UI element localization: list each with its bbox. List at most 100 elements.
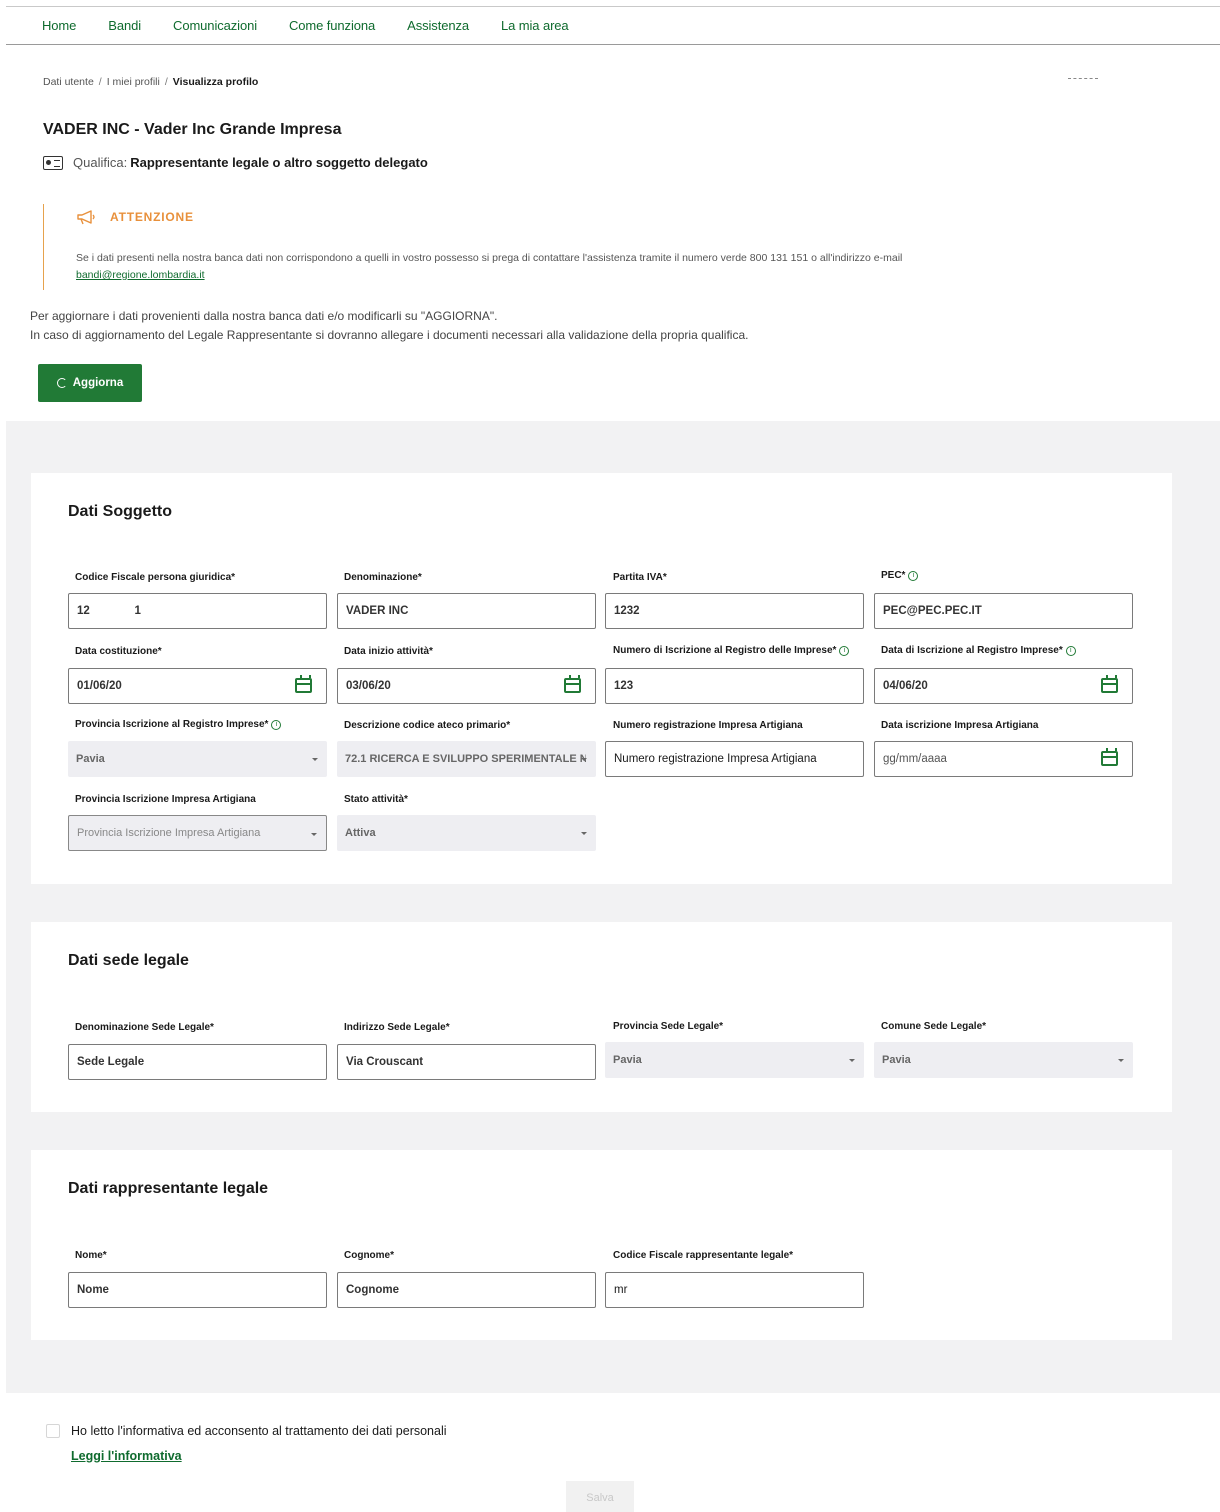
label-data-costituzione: Data costituzione* bbox=[75, 646, 162, 657]
calendar-icon[interactable] bbox=[1101, 675, 1118, 693]
input-codice-fiscale-rappresentante[interactable]: mr bbox=[605, 1272, 864, 1308]
value-data-costituzione: 01/06/20 bbox=[77, 680, 122, 692]
label-provincia-sede: Provincia Sede Legale* bbox=[613, 1021, 724, 1032]
label-pec: PEC* i bbox=[881, 570, 919, 581]
leggi-informativa-link[interactable]: Leggi l'informativa bbox=[71, 1449, 182, 1463]
alert-text: Se i dati presenti nella nostra banca da… bbox=[76, 252, 903, 264]
nav-assistenza[interactable]: Assistenza bbox=[407, 18, 469, 33]
input-indirizzo-sede[interactable]: Via Crouscant bbox=[337, 1044, 596, 1080]
breadcrumb: Dati utente / I miei profili / Visualizza pr… bbox=[43, 76, 258, 88]
placeholder-data-artigiana: gg/mm/aaaa bbox=[883, 753, 947, 765]
label-stato-attivita: Stato attività* bbox=[344, 794, 408, 805]
label-comune-sede: Comune Sede Legale* bbox=[881, 1021, 987, 1032]
input-codice-fiscale[interactable]: 12 1 bbox=[68, 593, 327, 629]
value-ateco: 72.1 RICERCA E SVILUPPO SPERIMENTALE NEL bbox=[345, 753, 586, 765]
nav-la-mia-area[interactable]: La mia area bbox=[501, 18, 569, 33]
nav-home[interactable]: Home bbox=[42, 18, 76, 33]
nav-comunicazioni[interactable]: Comunicazioni bbox=[173, 18, 257, 33]
select-stato-attivita[interactable]: Attiva bbox=[337, 815, 596, 851]
qualifica-label: Qualifica: bbox=[73, 155, 128, 170]
label-cognome: Cognome* bbox=[344, 1250, 394, 1261]
label-denominazione-sede: Denominazione Sede Legale* bbox=[75, 1022, 214, 1033]
id-card-icon bbox=[43, 155, 63, 170]
calendar-icon[interactable] bbox=[295, 675, 312, 693]
card-dati-rappresentante: Dati rappresentante legale Nome* Nome Co… bbox=[31, 1150, 1172, 1340]
qualifica-row: Qualifica: Rappresentante legale o altro… bbox=[43, 155, 428, 170]
label-data-registro: Data di Iscrizione al Registro Imprese* i bbox=[881, 645, 1076, 656]
consent-row: Ho letto l'informativa ed acconsento al … bbox=[46, 1424, 447, 1438]
value-denominazione-sede: Sede Legale bbox=[77, 1056, 145, 1068]
info-icon[interactable]: i bbox=[908, 571, 919, 581]
info-icon[interactable]: i bbox=[839, 646, 850, 656]
label-partita-iva: Partita IVA* bbox=[613, 572, 667, 583]
label-numero-artigiana: Numero registrazione Impresa Artigiana bbox=[613, 720, 803, 731]
value-partita-iva: 1232 bbox=[614, 605, 640, 617]
input-data-registro[interactable]: 04/06/20 bbox=[874, 668, 1133, 704]
value-cognome: Cognome bbox=[346, 1284, 400, 1296]
input-numero-artigiana[interactable]: Numero registrazione Impresa Artigiana bbox=[605, 741, 864, 777]
select-provincia-sede[interactable]: Pavia bbox=[605, 1042, 864, 1078]
chevron-down-icon bbox=[311, 833, 317, 836]
select-ateco[interactable]: 72.1 RICERCA E SVILUPPO SPERIMENTALE NEL bbox=[337, 741, 596, 777]
placeholder-provincia-artigiana: Provincia Iscrizione Impresa Artigiana bbox=[77, 827, 261, 839]
value-denominazione: VADER INC bbox=[346, 605, 409, 617]
aggiorna-button[interactable]: Aggiorna bbox=[38, 364, 142, 402]
input-nome[interactable]: Nome bbox=[68, 1272, 327, 1308]
chevron-down-icon bbox=[581, 832, 587, 835]
calendar-icon[interactable] bbox=[564, 675, 581, 693]
alert-email-link[interactable]: bandi@regione.lombardia.it bbox=[76, 269, 205, 281]
calendar-icon[interactable] bbox=[1101, 748, 1118, 766]
value-indirizzo-sede: Via Crouscant bbox=[346, 1056, 424, 1068]
value-codice-fiscale: 12 1 bbox=[77, 605, 141, 617]
select-provincia-artigiana[interactable]: Provincia Iscrizione Impresa Artigiana bbox=[68, 815, 327, 851]
input-cognome[interactable]: Cognome bbox=[337, 1272, 596, 1308]
breadcrumb-dati-utente[interactable]: Dati utente bbox=[43, 76, 94, 88]
page-title: VADER INC - Vader Inc Grande Impresa bbox=[43, 121, 342, 138]
select-comune-sede[interactable]: Pavia bbox=[874, 1042, 1133, 1078]
value-data-registro: 04/06/20 bbox=[883, 680, 928, 692]
select-provincia-registro[interactable]: Pavia bbox=[68, 741, 327, 777]
megaphone-icon bbox=[77, 210, 95, 225]
label-provincia-registro-text: Provincia Iscrizione al Registro Imprese… bbox=[75, 719, 269, 730]
attention-alert: ATTENZIONE Se i dati presenti nella nost… bbox=[43, 204, 1043, 290]
label-provincia-artigiana: Provincia Iscrizione Impresa Artigiana bbox=[75, 794, 256, 805]
input-numero-registro[interactable]: 123 bbox=[605, 668, 864, 704]
decorative-mark bbox=[1068, 78, 1098, 80]
input-data-inizio[interactable]: 03/06/20 bbox=[337, 668, 596, 704]
chevron-down-icon bbox=[849, 1059, 855, 1062]
label-nome: Nome* bbox=[75, 1250, 107, 1261]
value-numero-registro: 123 bbox=[614, 680, 634, 692]
chevron-down-icon bbox=[1118, 1059, 1124, 1062]
input-partita-iva[interactable]: 1232 bbox=[605, 593, 864, 629]
breadcrumb-miei-profili[interactable]: I miei profili bbox=[107, 76, 160, 88]
label-numero-registro-text: Numero di Iscrizione al Registro delle I… bbox=[613, 645, 837, 656]
input-data-costituzione[interactable]: 01/06/20 bbox=[68, 668, 327, 704]
section-title-dati-rappresentante: Dati rappresentante legale bbox=[68, 1180, 269, 1197]
input-pec[interactable]: PEC@PEC.PEC.IT bbox=[874, 593, 1133, 629]
consent-checkbox[interactable] bbox=[46, 1424, 60, 1438]
nav-come-funziona[interactable]: Come funziona bbox=[289, 18, 375, 33]
value-pec: PEC@PEC.PEC.IT bbox=[883, 605, 982, 617]
chevron-down-icon bbox=[581, 758, 587, 761]
breadcrumb-current: Visualizza profilo bbox=[172, 76, 259, 88]
label-indirizzo-sede: Indirizzo Sede Legale* bbox=[344, 1022, 450, 1033]
input-denominazione-sede[interactable]: Sede Legale bbox=[68, 1044, 327, 1080]
info-icon[interactable]: i bbox=[1065, 646, 1076, 656]
section-title-dati-soggetto: Dati Soggetto bbox=[68, 503, 172, 520]
label-codice-fiscale: Codice Fiscale persona giuridica* bbox=[75, 572, 236, 583]
card-dati-soggetto: Dati Soggetto Codice Fiscale persona giu… bbox=[31, 473, 1172, 884]
value-codice-fiscale-rappresentante: mr bbox=[614, 1284, 628, 1296]
info-icon[interactable]: i bbox=[271, 720, 282, 730]
salva-button[interactable]: Salva bbox=[566, 1481, 634, 1512]
nav-bandi[interactable]: Bandi bbox=[108, 18, 141, 33]
info-line-1: Per aggiornare i dati provenienti dalla … bbox=[30, 309, 498, 323]
label-denominazione: Denominazione* bbox=[344, 572, 422, 583]
input-data-artigiana[interactable]: gg/mm/aaaa bbox=[874, 741, 1133, 777]
card-dati-sede-legale: Dati sede legale Denominazione Sede Lega… bbox=[31, 922, 1172, 1112]
input-denominazione[interactable]: VADER INC bbox=[337, 593, 596, 629]
label-numero-registro: Numero di Iscrizione al Registro delle I… bbox=[613, 645, 850, 656]
consent-text: Ho letto l'informativa ed acconsento al … bbox=[71, 1424, 447, 1438]
label-data-inizio: Data inizio attività* bbox=[344, 646, 433, 657]
info-text: Per aggiornare i dati provenienti dalla … bbox=[30, 307, 748, 345]
label-codice-fiscale-rappresentante: Codice Fiscale rappresentante legale* bbox=[613, 1250, 794, 1261]
